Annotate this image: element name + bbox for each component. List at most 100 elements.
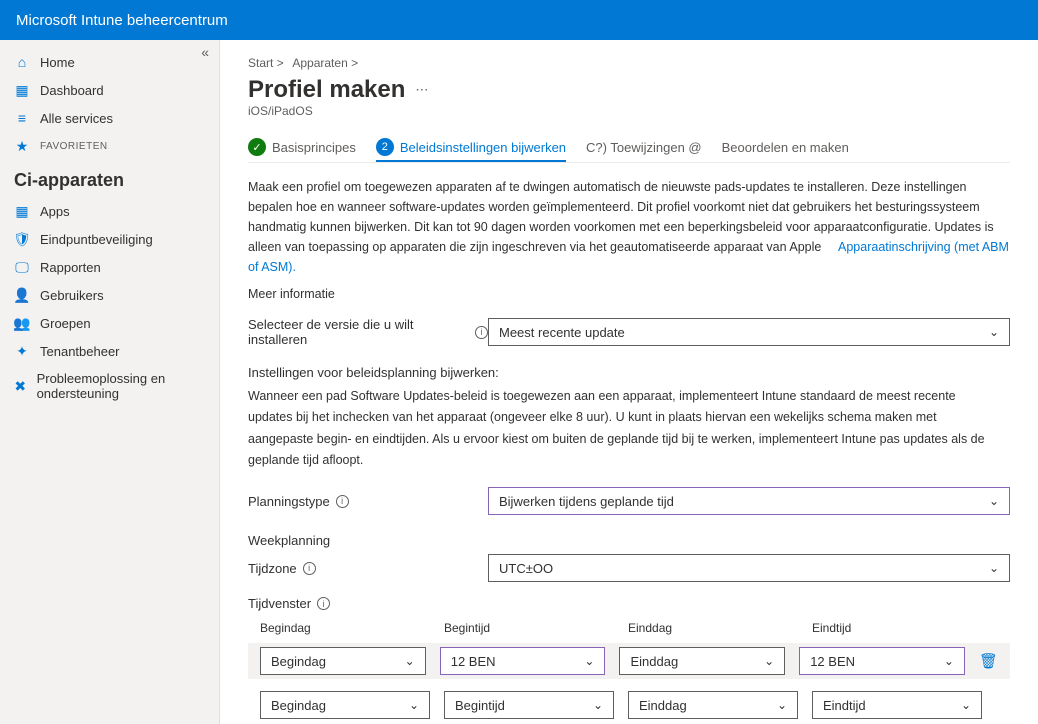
- nav-label: Groepen: [40, 316, 91, 331]
- nav-troubleshoot[interactable]: ✖ Probleemoplossing en ondersteuning: [0, 365, 219, 407]
- step-label: Basisprincipes: [272, 140, 356, 155]
- chevron-down-icon: ⌄: [961, 698, 971, 712]
- version-select[interactable]: Meest recente update ⌄: [488, 318, 1010, 346]
- time-window-row: Begindag ⌄ 12 BEN ⌄ Einddag ⌄ 12 BEN ⌄ 🗑: [248, 643, 1010, 679]
- timezone-label: Tijdzone i: [248, 561, 488, 576]
- wrench-icon: ✖: [14, 378, 27, 394]
- col-header: Eindtijd: [812, 621, 982, 635]
- col-header: Begindag: [260, 621, 430, 635]
- step-label: Beoordelen en maken: [722, 140, 849, 155]
- select-value: Einddag: [630, 654, 678, 669]
- nav-reports[interactable]: 🖵 Rapporten: [0, 253, 219, 281]
- wizard-stepper: ✓ Basisprincipes 2 Beleidsinstellingen b…: [248, 138, 1010, 163]
- timewindow-label: Tijdvenster i: [248, 596, 488, 611]
- nav-label: Tenantbeheer: [40, 344, 120, 359]
- dashboard-icon: ▦: [14, 82, 30, 98]
- chevron-down-icon: ⌄: [989, 494, 999, 508]
- nav-users[interactable]: 👤 Gebruikers: [0, 281, 219, 309]
- chevron-down-icon: ⌄: [777, 698, 787, 712]
- more-actions-icon[interactable]: ⋯: [415, 82, 428, 98]
- home-icon: ⌂: [14, 54, 30, 70]
- info-icon[interactable]: i: [475, 326, 488, 339]
- reports-icon: 🖵: [14, 259, 30, 275]
- chevron-down-icon: ⌄: [409, 698, 419, 712]
- nav-label: Gebruikers: [40, 288, 104, 303]
- user-icon: 👤: [14, 287, 30, 303]
- nav-home[interactable]: ⌂ Home: [0, 48, 219, 76]
- nav-label: Alle services: [40, 111, 113, 126]
- step-basics[interactable]: ✓ Basisprincipes: [248, 138, 356, 156]
- plantype-select[interactable]: Bijwerken tijdens geplande tijd ⌄: [488, 487, 1010, 515]
- favorites-label: FAVORIETEN: [40, 141, 108, 152]
- weekplanning-label: Weekplanning: [248, 533, 1010, 548]
- page-title: Profiel maken: [248, 76, 405, 104]
- time-window-row: Begindag ⌄ Begintijd ⌄ Einddag ⌄ Eindtij…: [248, 687, 1010, 723]
- app-title: Microsoft Intune beheercentrum: [16, 12, 228, 29]
- collapse-icon[interactable]: «: [201, 44, 209, 60]
- main-content: Start > Apparaten > Profiel maken ⋯ iOS/…: [220, 40, 1038, 724]
- starttime-select[interactable]: 12 BEN ⌄: [440, 647, 606, 675]
- chevron-down-icon: ⌄: [593, 698, 603, 712]
- select-value: UTC±OO: [499, 561, 553, 576]
- nav-label: Dashboard: [40, 83, 104, 98]
- nav-label: Home: [40, 55, 75, 70]
- select-value: Meest recente update: [499, 325, 625, 340]
- step-label: C?) Toewijzingen @: [586, 140, 702, 155]
- endtime-select[interactable]: 12 BEN ⌄: [799, 647, 965, 675]
- step-number-badge: 2: [376, 138, 394, 156]
- groups-icon: 👥: [14, 315, 30, 331]
- select-value: Begindag: [271, 698, 326, 713]
- startday-select[interactable]: Begindag ⌄: [260, 691, 430, 719]
- info-icon[interactable]: i: [336, 495, 349, 508]
- select-value: Bijwerken tijdens geplande tijd: [499, 494, 674, 509]
- more-info-link[interactable]: Meer informatie: [248, 287, 1010, 301]
- chevron-down-icon: ⌄: [989, 561, 999, 575]
- nav-label: Eindpuntbeveiliging: [40, 232, 153, 247]
- check-icon: ✓: [248, 138, 266, 156]
- apps-icon: ▦: [14, 203, 30, 219]
- star-icon: ★: [14, 138, 30, 154]
- breadcrumb-item[interactable]: Apparaten >: [292, 56, 358, 70]
- sidebar-section-title: Ci-apparaten: [0, 160, 219, 197]
- col-header: Begintijd: [444, 621, 614, 635]
- nav-label: Apps: [40, 204, 70, 219]
- delete-row-icon[interactable]: 🗑: [979, 652, 998, 670]
- select-value: Begindag: [271, 654, 326, 669]
- nav-dashboard[interactable]: ▦ Dashboard: [0, 76, 219, 104]
- select-value: 12 BEN: [451, 654, 496, 669]
- select-value: Einddag: [639, 698, 687, 713]
- step-assignments[interactable]: C?) Toewijzingen @: [586, 140, 702, 155]
- nav-favorites-header: ★ FAVORIETEN: [0, 132, 219, 160]
- starttime-select[interactable]: Begintijd ⌄: [444, 691, 614, 719]
- nav-all-services[interactable]: ≡ Alle services: [0, 104, 219, 132]
- startday-select[interactable]: Begindag ⌄: [260, 647, 426, 675]
- top-bar: Microsoft Intune beheercentrum: [0, 0, 1038, 40]
- step-review[interactable]: Beoordelen en maken: [722, 140, 849, 155]
- time-table-headers: Begindag Begintijd Einddag Eindtijd: [248, 621, 1010, 635]
- list-icon: ≡: [14, 110, 30, 126]
- select-value: 12 BEN: [810, 654, 855, 669]
- chevron-down-icon: ⌄: [405, 654, 415, 668]
- chevron-down-icon: ⌄: [944, 654, 954, 668]
- nav-label: Rapporten: [40, 260, 101, 275]
- endtime-select[interactable]: Eindtijd ⌄: [812, 691, 982, 719]
- breadcrumb: Start > Apparaten >: [248, 56, 1010, 70]
- nav-groups[interactable]: 👥 Groepen: [0, 309, 219, 337]
- version-label: Selecteer de versie die u wilt installer…: [248, 317, 488, 347]
- breadcrumb-item[interactable]: Start >: [248, 56, 284, 70]
- schedule-description: Wanneer een pad Software Updates-beleid …: [248, 386, 988, 471]
- schedule-heading: Instellingen voor beleidsplanning bijwer…: [248, 365, 1010, 380]
- info-icon[interactable]: i: [317, 597, 330, 610]
- timezone-select[interactable]: UTC±OO ⌄: [488, 554, 1010, 582]
- nav-apps[interactable]: ▦ Apps: [0, 197, 219, 225]
- step-update-settings[interactable]: 2 Beleidsinstellingen bijwerken: [376, 138, 566, 162]
- nav-endpoint-security[interactable]: 🛡 Eindpuntbeveiliging: [0, 225, 219, 253]
- chevron-down-icon: ⌄: [584, 654, 594, 668]
- endday-select[interactable]: Einddag ⌄: [628, 691, 798, 719]
- chevron-down-icon: ⌄: [764, 654, 774, 668]
- description-text: Maak een profiel om toegewezen apparaten…: [248, 177, 1010, 277]
- info-icon[interactable]: i: [303, 562, 316, 575]
- select-value: Eindtijd: [823, 698, 866, 713]
- nav-tenant-admin[interactable]: ✦ Tenantbeheer: [0, 337, 219, 365]
- endday-select[interactable]: Einddag ⌄: [619, 647, 785, 675]
